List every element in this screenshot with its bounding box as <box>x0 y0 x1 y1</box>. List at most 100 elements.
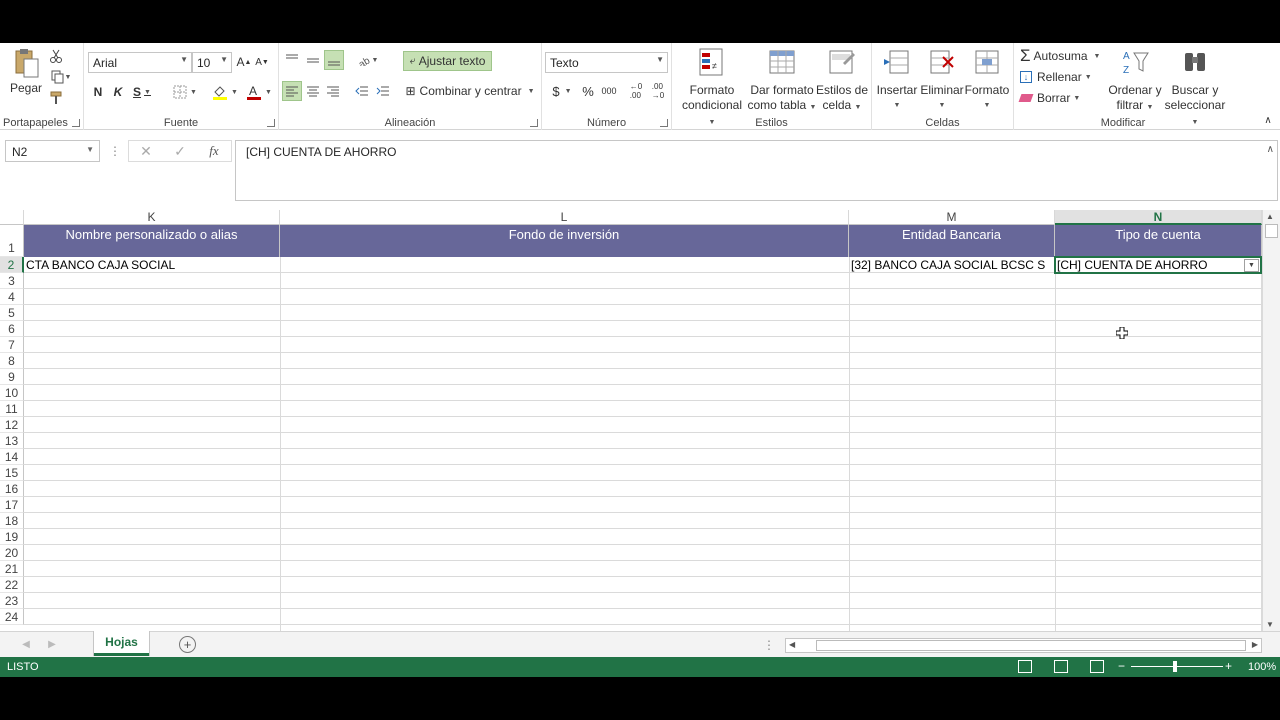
row-header[interactable]: 20 <box>0 545 24 561</box>
horizontal-scrollbar[interactable]: ◀ ▶ <box>785 638 1262 653</box>
font-launcher-icon[interactable] <box>267 119 275 127</box>
row-header[interactable]: 18 <box>0 513 24 529</box>
insert-cells-button[interactable]: Insertar ▼ <box>875 47 919 113</box>
wrap-text-button[interactable]: ⤶ Ajustar texto <box>403 51 492 71</box>
row-header[interactable]: 19 <box>0 529 24 545</box>
cut-icon[interactable] <box>47 47 65 65</box>
next-sheet-icon[interactable]: ▶ <box>46 637 58 651</box>
row-header[interactable]: 23 <box>0 593 24 609</box>
row-header[interactable]: 21 <box>0 561 24 577</box>
normal-view-icon[interactable] <box>1018 660 1032 673</box>
enter-icon[interactable]: ✓ <box>171 143 189 159</box>
increase-indent-icon[interactable] <box>374 82 392 100</box>
row-header[interactable]: 22 <box>0 577 24 593</box>
row-header[interactable]: 9 <box>0 369 24 385</box>
row-header[interactable]: 1 <box>0 225 24 257</box>
scroll-down-icon[interactable]: ▼ <box>1266 620 1274 629</box>
cell-m2[interactable]: [32] BANCO CAJA SOCIAL BCSC S <box>849 257 1055 273</box>
zoom-in-icon[interactable]: + <box>1225 659 1232 673</box>
add-sheet-icon[interactable]: + <box>179 636 196 653</box>
collapse-ribbon-icon[interactable]: ∧ <box>1260 113 1276 127</box>
collapse-formula-icon[interactable]: ∧ <box>1267 144 1274 155</box>
underline-button[interactable]: S ▼ <box>130 82 154 102</box>
row-header[interactable]: 12 <box>0 417 24 433</box>
decrease-decimal-icon[interactable]: .00 →0 <box>648 82 668 100</box>
row-header[interactable]: 14 <box>0 449 24 465</box>
align-center-icon[interactable] <box>304 82 322 100</box>
worksheet-grid[interactable]: K L M N Nombre personalizado o alias Fon… <box>0 210 1262 631</box>
italic-button[interactable]: K <box>110 82 126 102</box>
header-cell-m1[interactable]: Entidad Bancaria <box>849 225 1055 257</box>
row-header[interactable]: 17 <box>0 497 24 513</box>
align-left-icon[interactable] <box>282 81 302 101</box>
column-header-n[interactable]: N <box>1055 210 1262 225</box>
name-box[interactable]: N2 ▼ <box>5 140 100 162</box>
clear-button[interactable]: Borrar ▼ <box>1018 89 1092 107</box>
font-color-icon[interactable]: A ▼ <box>244 82 274 102</box>
copy-icon[interactable]: ▼ <box>47 68 75 86</box>
page-layout-icon[interactable] <box>1054 660 1068 673</box>
row-header[interactable]: 5 <box>0 305 24 321</box>
scroll-thumb[interactable] <box>1265 224 1278 238</box>
zoom-slider-thumb[interactable] <box>1173 661 1177 672</box>
header-cell-k1[interactable]: Nombre personalizado o alias <box>24 225 280 257</box>
format-painter-icon[interactable] <box>47 89 65 107</box>
thousands-button[interactable]: 000 <box>598 82 620 100</box>
row-header[interactable]: 24 <box>0 609 24 625</box>
zoom-out-icon[interactable]: − <box>1118 659 1125 673</box>
row-header[interactable]: 3 <box>0 273 24 289</box>
row-header[interactable]: 6 <box>0 321 24 337</box>
cell-styles-button[interactable]: Estilos de celda ▼ <box>815 47 869 115</box>
more-options-icon[interactable]: ⋮ <box>109 143 121 159</box>
number-format-field[interactable]: Texto ▼ <box>545 52 668 73</box>
number-launcher-icon[interactable] <box>660 119 668 127</box>
align-bottom-icon[interactable] <box>324 50 344 70</box>
delete-cells-button[interactable]: Eliminar ▼ <box>919 47 965 113</box>
autosum-button[interactable]: Σ Autosuma ▼ <box>1020 46 1108 65</box>
shrink-font-icon[interactable]: A ▼ <box>254 53 270 71</box>
formula-input[interactable]: [CH] CUENTA DE AHORRO ∧ <box>235 140 1278 201</box>
fill-color-icon[interactable]: ▼ <box>210 82 240 102</box>
zoom-level[interactable]: 100% <box>1248 661 1276 673</box>
sheet-tab-hojas[interactable]: Hojas <box>94 631 149 656</box>
paste-button[interactable]: Pegar <box>6 47 46 96</box>
select-all-corner[interactable] <box>0 210 24 225</box>
zoom-slider[interactable] <box>1131 666 1223 667</box>
hscroll-thumb[interactable] <box>816 640 1246 651</box>
row-header[interactable]: 10 <box>0 385 24 401</box>
row-header[interactable]: 16 <box>0 481 24 497</box>
clipboard-launcher-icon[interactable] <box>72 119 80 127</box>
insert-function-icon[interactable]: fx <box>205 143 223 159</box>
sort-filter-button[interactable]: AZ Ordenar y filtrar ▼ <box>1108 47 1162 115</box>
column-header-k[interactable]: K <box>24 210 280 225</box>
page-break-preview-icon[interactable] <box>1090 660 1104 673</box>
font-size-field[interactable]: 10 ▼ <box>192 52 232 73</box>
row-header[interactable]: 2 <box>0 257 24 273</box>
row-header[interactable]: 13 <box>0 433 24 449</box>
row-header[interactable]: 8 <box>0 353 24 369</box>
cell-l2[interactable] <box>280 257 849 273</box>
vertical-scrollbar[interactable]: ▲ ▼ <box>1262 210 1280 631</box>
header-cell-n1[interactable]: Tipo de cuenta <box>1055 225 1262 257</box>
align-middle-icon[interactable] <box>304 51 322 69</box>
grow-font-icon[interactable]: A ▲ <box>236 53 252 71</box>
row-header[interactable]: 11 <box>0 401 24 417</box>
splitter-icon[interactable]: ⋮ <box>763 638 775 652</box>
currency-button[interactable]: $ ▼ <box>548 82 576 100</box>
cell-k2[interactable]: CTA BANCO CAJA SOCIAL <box>24 257 280 273</box>
scroll-left-icon[interactable]: ◀ <box>789 640 795 649</box>
row-header[interactable]: 15 <box>0 465 24 481</box>
font-name-field[interactable]: Arial ▼ <box>88 52 192 73</box>
merge-center-button[interactable]: ⊞ Combinar y centrar ▼ <box>403 82 537 100</box>
increase-decimal-icon[interactable]: ←0.00 <box>626 82 646 100</box>
borders-icon[interactable]: ▼ <box>170 82 200 102</box>
column-header-l[interactable]: L <box>280 210 849 225</box>
format-as-table-button[interactable]: Dar formato como tabla ▼ <box>747 47 817 115</box>
scroll-up-icon[interactable]: ▲ <box>1266 212 1274 221</box>
cell-dropdown-button[interactable]: ▼ <box>1244 259 1259 272</box>
format-cells-button[interactable]: Formato ▼ <box>964 47 1010 113</box>
bold-button[interactable]: N <box>90 82 106 102</box>
cancel-icon[interactable]: ✕ <box>137 143 155 159</box>
scroll-right-icon[interactable]: ▶ <box>1252 640 1258 649</box>
column-header-m[interactable]: M <box>849 210 1055 225</box>
